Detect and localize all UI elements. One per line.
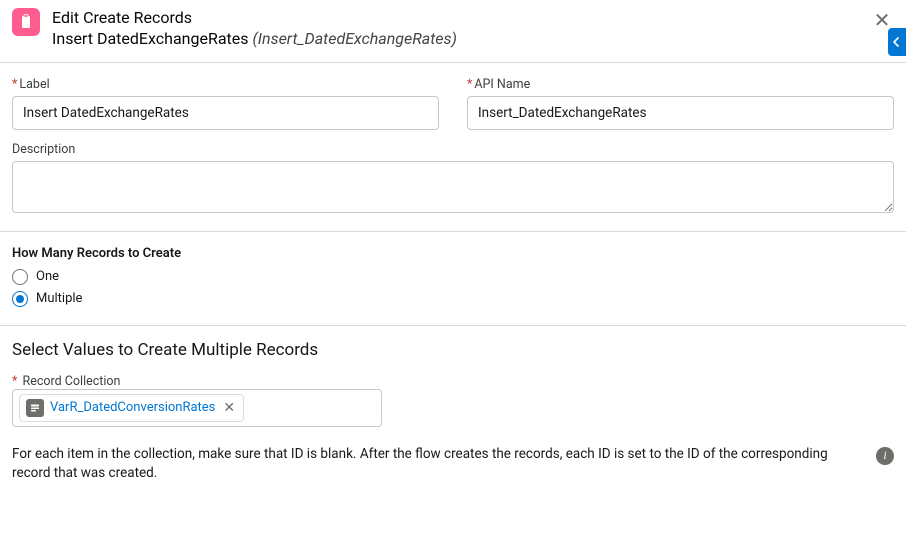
variable-icon (26, 399, 44, 417)
api-name-field-label: *API Name (467, 77, 894, 92)
help-text: For each item in the collection, make su… (12, 445, 866, 484)
label-field-label: *Label (12, 77, 439, 92)
api-name-field[interactable] (467, 96, 894, 130)
select-values-heading: Select Values to Create Multiple Records (12, 340, 894, 360)
panel-title: Edit Create Records (52, 8, 870, 29)
description-field[interactable] (12, 161, 894, 213)
record-collection-pill-label: VarR_DatedConversionRates (50, 400, 215, 415)
how-many-question: How Many Records to Create (12, 246, 894, 261)
radio-one-label: One (36, 269, 59, 284)
radio-one-control[interactable] (12, 269, 28, 285)
panel-subtitle: Insert DatedExchangeRates (Insert_DatedE… (52, 29, 870, 50)
create-records-icon (12, 8, 40, 36)
radio-multiple-label: Multiple (36, 291, 82, 306)
label-field[interactable] (12, 96, 439, 130)
how-many-radio-group: One Multiple (12, 269, 894, 307)
record-collection-pill[interactable]: VarR_DatedConversionRates ✕ (19, 394, 244, 422)
side-flyout-tab[interactable] (888, 28, 906, 56)
description-field-label: Description (12, 142, 894, 157)
info-icon[interactable]: i (876, 447, 894, 465)
subtitle-api: (Insert_DatedExchangeRates) (252, 29, 456, 48)
radio-one[interactable]: One (12, 269, 894, 285)
record-collection-label: * Record Collection (12, 374, 120, 389)
record-collection-lookup[interactable]: VarR_DatedConversionRates ✕ (12, 389, 382, 427)
radio-multiple-control[interactable] (12, 291, 28, 307)
subtitle-name: Insert DatedExchangeRates (52, 29, 249, 48)
radio-multiple[interactable]: Multiple (12, 291, 894, 307)
pill-remove-button[interactable]: ✕ (221, 401, 237, 415)
